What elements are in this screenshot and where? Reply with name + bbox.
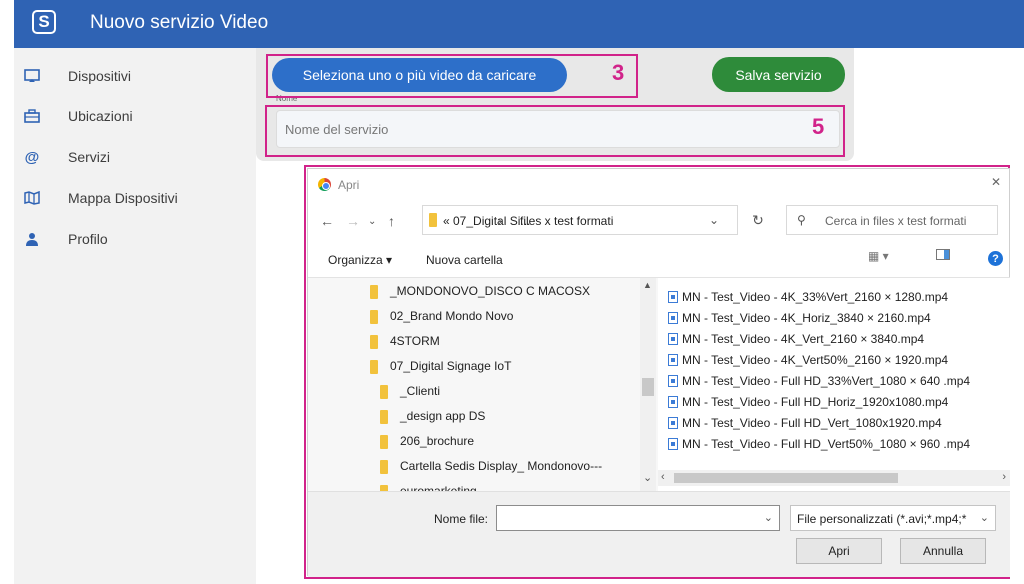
callout-number-name: 5 xyxy=(812,114,825,139)
file-item[interactable]: MN - Test_Video - 4K_Vert50%_2160 × 1920… xyxy=(668,353,948,367)
chevron-down-icon[interactable]: ⌄ xyxy=(764,511,773,524)
sidebar-item-servizi[interactable]: @ Servizi xyxy=(14,139,256,175)
name-field-label: Nome xyxy=(276,94,298,103)
refresh-icon[interactable]: ↻ xyxy=(743,205,773,235)
page-title: Nuovo servizio Video xyxy=(90,12,269,33)
folder-icon xyxy=(380,385,388,399)
sidebar: Dispositivi Ubicazioni @ Servizi Mappa D… xyxy=(14,48,256,584)
scroll-left-icon[interactable]: ‹ xyxy=(661,471,665,483)
chevron-down-icon[interactable]: ⌄ xyxy=(368,216,376,227)
scroll-down-icon[interactable]: ⌄ xyxy=(643,471,652,484)
tree-scrollbar[interactable]: ▲ xyxy=(640,278,656,491)
forward-arrow-icon[interactable]: → xyxy=(346,213,360,229)
app-logo-icon: S xyxy=(32,10,56,34)
folder-icon xyxy=(380,435,388,449)
file-type-value: File personalizzati (*.avi;*.mp4;* xyxy=(797,512,967,526)
file-item[interactable]: MN - Test_Video - Full HD_33%Vert_1080 ×… xyxy=(668,374,970,388)
video-file-icon xyxy=(668,417,678,429)
map-icon xyxy=(24,190,40,206)
chrome-icon xyxy=(318,178,331,191)
video-file-icon xyxy=(668,438,678,450)
folder-icon xyxy=(380,460,388,474)
sidebar-item-profilo[interactable]: Profilo xyxy=(14,221,256,257)
close-icon[interactable]: ✕ xyxy=(991,175,1001,189)
path-separator-icon: › xyxy=(498,214,502,228)
cancel-button[interactable]: Annulla xyxy=(900,538,986,564)
video-file-icon xyxy=(668,291,678,303)
file-item[interactable]: MN - Test_Video - Full HD_Vert50%_1080 ×… xyxy=(668,437,970,451)
at-icon: @ xyxy=(24,148,40,166)
video-file-icon xyxy=(668,375,678,387)
new-folder-button[interactable]: Nuova cartella xyxy=(426,253,503,267)
file-type-select[interactable]: File personalizzati (*.avi;*.mp4;* ⌄ xyxy=(790,505,996,531)
video-file-icon xyxy=(668,333,678,345)
folder-icon xyxy=(370,335,378,349)
scroll-thumb[interactable] xyxy=(674,473,898,483)
sidebar-item-label: Mappa Dispositivi xyxy=(68,190,178,206)
path-segment[interactable]: « 07_Digital Si... xyxy=(443,214,530,228)
filename-input[interactable]: ⌄ xyxy=(496,505,780,531)
file-item[interactable]: MN - Test_Video - Full HD_Horiz_1920x108… xyxy=(668,395,948,409)
video-file-icon xyxy=(668,396,678,408)
folder-icon xyxy=(380,410,388,424)
filename-label: Nome file: xyxy=(434,512,489,526)
file-item[interactable]: MN - Test_Video - 4K_33%Vert_2160 × 1280… xyxy=(668,290,948,304)
service-name-input[interactable] xyxy=(276,110,840,148)
cast-icon xyxy=(24,68,40,84)
folder-icon xyxy=(370,310,378,324)
folder-icon xyxy=(370,285,378,299)
scroll-right-icon[interactable]: › xyxy=(1002,471,1006,483)
sidebar-item-ubicazioni[interactable]: Ubicazioni xyxy=(14,98,256,134)
view-options-icon[interactable]: ▦ ▾ xyxy=(868,249,889,263)
callout-number-upload: 3 xyxy=(612,60,625,85)
help-icon[interactable]: ? xyxy=(988,251,1003,266)
file-item[interactable]: MN - Test_Video - Full HD_Vert_1080x1920… xyxy=(668,416,942,430)
search-input[interactable]: ⚲ Cerca in files x test formati xyxy=(786,205,998,235)
scroll-up-icon[interactable]: ▲ xyxy=(643,280,652,290)
preview-pane-icon[interactable] xyxy=(936,249,950,263)
chevron-down-icon[interactable]: ⌄ xyxy=(709,213,719,227)
sidebar-item-mappa-dispositivi[interactable]: Mappa Dispositivi xyxy=(14,180,256,216)
person-icon xyxy=(24,231,40,247)
save-service-button[interactable]: Salva servizio xyxy=(712,57,845,92)
video-file-icon xyxy=(668,312,678,324)
file-list-scrollbar[interactable]: ‹ › xyxy=(658,470,1010,486)
select-videos-button[interactable]: Seleziona uno o più video da caricare xyxy=(272,58,567,92)
file-item[interactable]: MN - Test_Video - 4K_Horiz_3840 × 2160.m… xyxy=(668,311,931,325)
file-open-dialog: Apri ✕ ← → ⌄ ↑ « 07_Digital Si... › file… xyxy=(307,168,1010,577)
video-file-icon xyxy=(668,354,678,366)
search-icon: ⚲ xyxy=(797,213,806,227)
briefcase-icon xyxy=(24,108,40,124)
open-button[interactable]: Apri xyxy=(796,538,882,564)
sidebar-item-label: Ubicazioni xyxy=(68,108,133,124)
organize-menu[interactable]: Organizza ▾ xyxy=(328,253,392,267)
folder-icon xyxy=(429,213,437,227)
sidebar-item-label: Servizi xyxy=(68,149,111,165)
dialog-title: Apri xyxy=(338,178,360,192)
up-arrow-icon[interactable]: ↑ xyxy=(388,213,395,229)
address-bar[interactable]: « 07_Digital Si... › files x test format… xyxy=(422,205,738,235)
back-arrow-icon[interactable]: ← xyxy=(320,213,334,229)
folder-tree: _MONDONOVO_DISCO C MACOSX 02_Brand Mondo… xyxy=(308,277,658,491)
folder-icon xyxy=(370,360,378,374)
path-segment-current[interactable]: files x test formati xyxy=(520,214,613,228)
file-list: MN - Test_Video - 4K_33%Vert_2160 × 1280… xyxy=(658,277,1010,491)
search-placeholder: Cerca in files x test formati xyxy=(825,214,967,228)
dialog-footer: Nome file: ⌄ File personalizzati (*.avi;… xyxy=(308,491,1010,577)
sidebar-item-label: Profilo xyxy=(68,231,108,247)
chevron-down-icon: ⌄ xyxy=(979,512,989,524)
file-item[interactable]: MN - Test_Video - 4K_Vert_2160 × 3840.mp… xyxy=(668,332,924,346)
sidebar-item-dispositivi[interactable]: Dispositivi xyxy=(14,58,256,94)
scroll-thumb[interactable] xyxy=(642,378,654,396)
sidebar-item-label: Dispositivi xyxy=(68,68,132,84)
app-header: S Nuovo servizio Video xyxy=(14,0,1024,48)
